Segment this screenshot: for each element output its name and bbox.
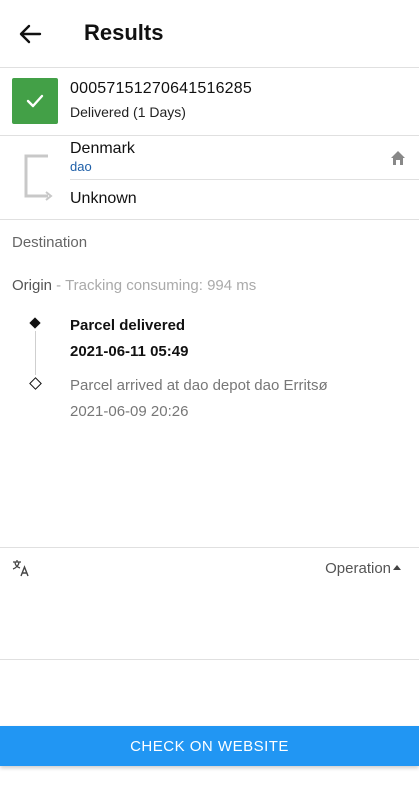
translate-icon[interactable] [12,559,30,577]
destination-section-label: Destination [12,234,88,251]
route-bracket-icon [24,154,53,201]
timeline-line [35,331,36,375]
check-on-website-button[interactable]: CHECK ON WEBSITE [0,726,419,766]
delivery-status: Delivered (1 Days) [70,104,186,120]
origin-country: Denmark [70,140,135,157]
status-badge [12,78,58,124]
event-title: Parcel arrived at dao depot dao Erritsø [70,377,328,394]
divider [0,67,419,68]
back-button[interactable] [14,18,46,50]
divider [0,219,419,220]
app-bar: Results [0,0,419,68]
arrow-left-icon [19,24,42,44]
operation-label: Operation [325,560,391,577]
check-icon [26,94,44,108]
destination-country: Unknown [70,190,137,207]
origin-row: Origin - Tracking consuming: 994 ms [12,277,256,294]
event-time: 2021-06-09 20:26 [70,403,189,420]
page-title: Results [84,20,164,45]
tracking-number[interactable]: 00057151270641516285 [70,80,252,98]
carrier-link[interactable]: dao [70,159,92,174]
home-icon[interactable] [388,148,408,168]
origin-section-label: Origin [12,277,53,294]
caret-up-icon [393,564,401,570]
timeline-dot-filled [29,317,41,329]
timeline-dot-hollow [29,377,42,390]
divider [0,135,419,136]
divider [70,179,419,180]
tracking-consuming-text: - Tracking consuming: 994 ms [52,277,257,294]
divider [0,659,419,660]
event-time: 2021-06-11 05:49 [70,343,189,360]
event-title: Parcel delivered [70,317,186,334]
operation-dropdown[interactable]: Operation [325,560,401,577]
divider [0,547,419,548]
